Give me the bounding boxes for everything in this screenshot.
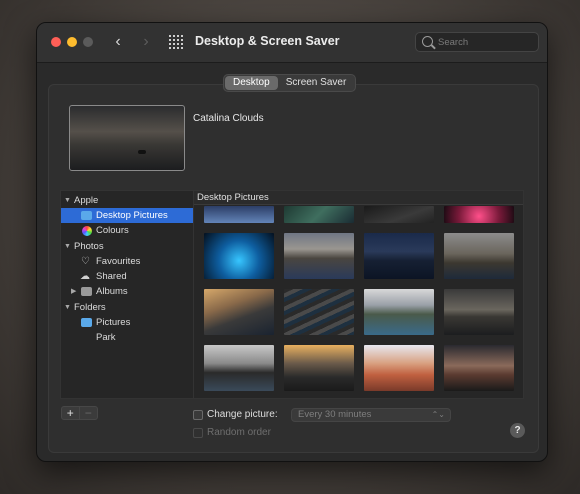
wallpaper-preview (69, 105, 185, 171)
back-chevron-icon[interactable]: ‹ (109, 32, 127, 52)
section-folders[interactable]: ▼ Folders (61, 300, 193, 315)
wallpaper-thumbnail[interactable] (284, 233, 354, 279)
search-icon (422, 36, 433, 47)
wallpaper-grid: Desktop Pictures (193, 190, 524, 399)
add-folder-button[interactable]: + (62, 407, 80, 419)
chevron-down-icon[interactable]: ▼ (64, 193, 74, 208)
close-window-button[interactable] (51, 37, 61, 47)
search-input[interactable] (438, 35, 534, 49)
sidebar-item-park[interactable]: Park (61, 330, 193, 345)
sidebar-item-colours[interactable]: Colours (61, 223, 193, 238)
wallpaper-thumbnail[interactable] (284, 345, 354, 391)
wallpaper-name: Catalina Clouds (193, 113, 264, 124)
wallpaper-thumbnail[interactable] (364, 233, 434, 279)
section-photos[interactable]: ▼ Photos (61, 239, 193, 254)
sidebar-item-albums[interactable]: ▶ Albums (61, 284, 193, 299)
wallpaper-thumbnail[interactable] (284, 206, 354, 223)
cloud-icon: ☁ (80, 271, 90, 282)
wallpaper-thumbnail[interactable] (444, 206, 514, 223)
show-all-grid-icon[interactable] (169, 35, 183, 49)
wallpaper-thumbnail[interactable] (284, 289, 354, 335)
wallpaper-thumbnail[interactable] (444, 345, 514, 391)
add-remove-buttons: + − (61, 406, 98, 420)
grid-header: Desktop Pictures (194, 191, 523, 205)
wallpaper-thumbnail[interactable] (204, 206, 274, 223)
zoom-window-button[interactable] (83, 37, 93, 47)
random-order-checkbox[interactable] (193, 428, 203, 438)
wallpaper-thumbnail[interactable] (444, 233, 514, 279)
wallpaper-thumbnail[interactable] (204, 345, 274, 391)
change-picture-checkbox[interactable] (193, 410, 203, 420)
preferences-window: ‹ › Desktop & Screen Saver Desktop Scree… (36, 22, 548, 462)
sidebar-item-favourites[interactable]: ♡ Favourites (61, 254, 193, 269)
help-button[interactable]: ? (510, 423, 525, 438)
section-apple[interactable]: ▼ Apple (61, 193, 193, 208)
heart-icon: ♡ (81, 256, 90, 267)
sidebar-item-shared[interactable]: ☁ Shared (61, 269, 193, 284)
remove-folder-button[interactable]: − (80, 407, 97, 419)
folder-icon (81, 318, 92, 327)
tab-control: Desktop Screen Saver (223, 74, 357, 92)
folder-icon (81, 211, 92, 220)
title-bar: ‹ › Desktop & Screen Saver (37, 23, 547, 63)
wallpaper-thumbnail[interactable] (364, 206, 434, 223)
source-list: ▼ Apple Desktop Pictures Colours ▼ Photo… (60, 190, 194, 399)
interval-popup[interactable]: Every 30 minutes ⌃⌄ (291, 408, 451, 422)
window-title: Desktop & Screen Saver (195, 34, 340, 48)
wallpaper-thumbnail[interactable] (204, 289, 274, 335)
forward-chevron-icon[interactable]: › (137, 32, 155, 52)
interval-value: Every 30 minutes (298, 409, 372, 420)
folder-icon (81, 287, 92, 296)
chevron-down-icon[interactable]: ▼ (64, 239, 74, 254)
random-order-label: Random order (207, 427, 271, 438)
search-field[interactable] (415, 32, 539, 52)
chevron-down-icon[interactable]: ▼ (64, 300, 74, 315)
chevron-right-icon[interactable]: ▶ (71, 284, 81, 299)
tab-screen-saver[interactable]: Screen Saver (278, 76, 355, 90)
wallpaper-thumbnail[interactable] (204, 233, 274, 279)
sidebar-item-pictures[interactable]: Pictures (61, 315, 193, 330)
colours-icon (82, 226, 92, 236)
chevron-updown-icon: ⌃⌄ (431, 410, 445, 419)
wallpaper-thumbnail[interactable] (364, 345, 434, 391)
wallpaper-thumbnail[interactable] (364, 289, 434, 335)
sidebar-item-desktop-pictures[interactable]: Desktop Pictures (61, 208, 193, 223)
wallpaper-thumbnail[interactable] (444, 289, 514, 335)
tab-desktop[interactable]: Desktop (225, 76, 278, 90)
change-picture-label: Change picture: (207, 409, 278, 420)
minimize-window-button[interactable] (67, 37, 77, 47)
